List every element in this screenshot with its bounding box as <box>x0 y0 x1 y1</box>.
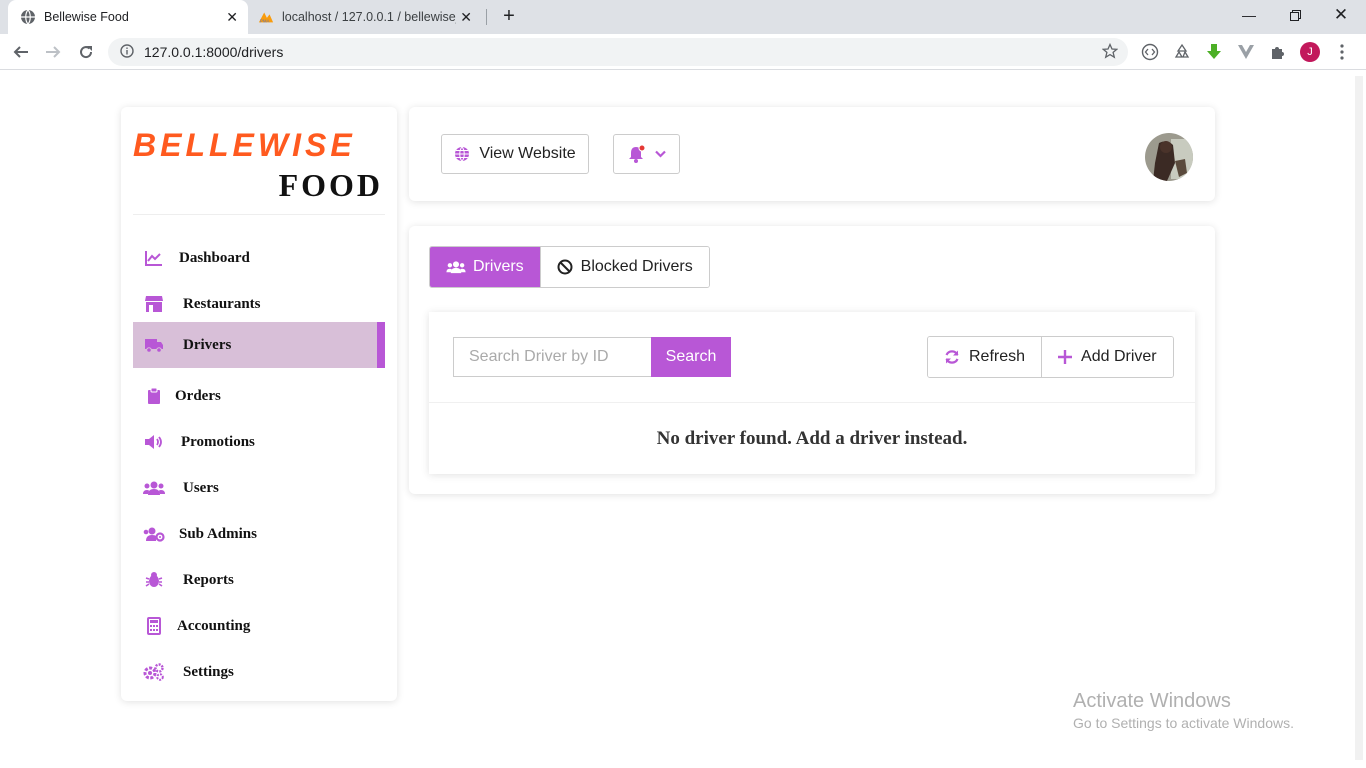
globe-icon <box>20 9 36 25</box>
refresh-label: Refresh <box>969 348 1026 365</box>
brand-logo-line1: BELLEWISE <box>133 127 356 163</box>
search-button[interactable]: Search <box>651 337 731 377</box>
forward-icon[interactable] <box>41 40 65 64</box>
drivers-panel: Drivers Blocked Drivers Search Refresh <box>409 226 1215 494</box>
action-buttons: Refresh Add Driver <box>927 336 1174 378</box>
extension-vue-icon[interactable] <box>1236 42 1256 62</box>
close-icon[interactable]: ✕ <box>226 9 238 25</box>
sidebar-item-label: Dashboard <box>179 249 250 266</box>
megaphone-icon <box>143 431 165 453</box>
page-scrollbar[interactable] <box>1352 70 1366 768</box>
cogs-icon <box>143 661 165 683</box>
sidebar-item-label: Restaurants <box>183 295 261 312</box>
restore-icon[interactable] <box>1272 0 1318 30</box>
address-bar[interactable]: 127.0.0.1:8000/drivers <box>108 38 1128 66</box>
clipboard-icon <box>143 385 165 407</box>
back-icon[interactable] <box>9 40 33 64</box>
calculator-icon <box>143 615 165 637</box>
tab-title: Bellewise Food <box>44 10 129 24</box>
drivers-card: Search Refresh Add Driver No driver foun… <box>429 312 1195 474</box>
sidebar-item-label: Sub Admins <box>179 525 257 542</box>
sidebar-item-label: Reports <box>183 571 234 588</box>
brand-divider <box>133 214 385 215</box>
sidebar-item-restaurants[interactable]: Restaurants <box>133 281 385 327</box>
view-website-button[interactable]: View Website <box>441 134 589 174</box>
sidebar-item-label: Orders <box>175 387 221 404</box>
kebab-menu-icon[interactable] <box>1332 42 1352 62</box>
top-header: View Website <box>409 107 1215 201</box>
bell-icon <box>628 145 646 163</box>
store-icon <box>143 293 165 315</box>
activate-windows-subtitle: Go to Settings to activate Windows. <box>1073 715 1294 731</box>
notifications-button[interactable] <box>613 134 680 174</box>
extension-download-icon[interactable] <box>1204 42 1224 62</box>
sidebar-item-promotions[interactable]: Promotions <box>133 419 385 465</box>
url-text: 127.0.0.1:8000/drivers <box>144 44 284 60</box>
tab-title: localhost / 127.0.0.1 / bellewise_a <box>282 10 456 24</box>
browser-toolbar: 127.0.0.1:8000/drivers J <box>0 34 1366 70</box>
puzzle-icon[interactable] <box>1268 42 1288 62</box>
card-divider <box>429 402 1195 403</box>
bug-icon <box>143 569 165 591</box>
scrollbar-thumb[interactable] <box>1355 76 1363 760</box>
sidebar-item-label: Drivers <box>183 336 232 353</box>
plus-icon <box>1058 350 1073 364</box>
sidebar-item-sub-admins[interactable]: Sub Admins <box>133 511 385 557</box>
tab-blocked-drivers[interactable]: Blocked Drivers <box>539 247 709 287</box>
info-icon[interactable] <box>120 43 134 61</box>
search-input[interactable] <box>453 337 651 377</box>
globe-icon <box>454 146 470 162</box>
view-website-label: View Website <box>479 145 576 162</box>
truck-icon <box>143 334 165 356</box>
activate-windows-title: Activate Windows <box>1073 690 1231 712</box>
minimize-icon[interactable]: — <box>1226 0 1272 30</box>
sidebar-item-drivers[interactable]: Drivers <box>133 322 385 368</box>
sidebar-item-label: Promotions <box>181 433 255 450</box>
sidebar-item-dashboard[interactable]: Dashboard <box>133 235 385 281</box>
chart-line-icon <box>143 247 165 269</box>
active-indicator <box>377 322 385 368</box>
sidebar-item-users[interactable]: Users <box>133 465 385 511</box>
close-icon[interactable]: ✕ <box>460 9 472 25</box>
close-window-icon[interactable]: ✕ <box>1318 0 1364 30</box>
refresh-icon <box>944 349 960 365</box>
sidebar-item-label: Settings <box>183 663 234 680</box>
sidebar: BELLEWISE FOOD Dashboard Restaurants Dri… <box>121 107 397 701</box>
users-icon <box>446 260 466 274</box>
search-group: Search <box>453 337 731 377</box>
add-driver-label: Add Driver <box>1081 348 1157 365</box>
sidebar-item-orders[interactable]: Orders <box>133 373 385 419</box>
refresh-button[interactable]: Refresh <box>928 337 1042 377</box>
tab-label: Drivers <box>473 258 524 275</box>
profile-avatar[interactable] <box>1145 133 1193 181</box>
users-icon <box>143 477 165 499</box>
sidebar-item-reports[interactable]: Reports <box>133 557 385 603</box>
brand-logo-line2: FOOD <box>278 167 383 203</box>
phpmyadmin-icon: PMA <box>258 9 274 25</box>
tab-separator <box>486 9 487 25</box>
browser-tabstrip: Bellewise Food ✕ PMA localhost / 127.0.0… <box>0 0 1366 34</box>
add-driver-button[interactable]: Add Driver <box>1041 337 1173 377</box>
empty-state-message: No driver found. Add a driver instead. <box>656 428 968 449</box>
tab-label: Blocked Drivers <box>580 258 693 275</box>
sidebar-item-label: Users <box>183 479 219 496</box>
tab-drivers[interactable]: Drivers <box>430 247 540 287</box>
new-tab-icon[interactable]: + <box>498 6 520 28</box>
sidebar-item-settings[interactable]: Settings <box>133 649 385 695</box>
extension-code-icon[interactable] <box>1140 42 1160 62</box>
reload-icon[interactable] <box>74 40 98 64</box>
star-icon[interactable] <box>1101 42 1119 62</box>
drivers-tabs: Drivers Blocked Drivers <box>429 246 710 288</box>
chevron-down-icon <box>654 150 666 158</box>
extension-recycle-icon[interactable] <box>1172 42 1192 62</box>
users-cog-icon <box>143 523 165 545</box>
ban-icon <box>557 259 573 275</box>
sidebar-item-label: Accounting <box>177 617 251 634</box>
profile-avatar[interactable]: J <box>1300 42 1320 62</box>
sidebar-item-accounting[interactable]: Accounting <box>133 603 385 649</box>
browser-tab-active[interactable]: Bellewise Food ✕ <box>8 0 248 34</box>
svg-text:PMA: PMA <box>260 18 270 23</box>
browser-tab-inactive[interactable]: PMA localhost / 127.0.0.1 / bellewise_a … <box>250 0 487 34</box>
